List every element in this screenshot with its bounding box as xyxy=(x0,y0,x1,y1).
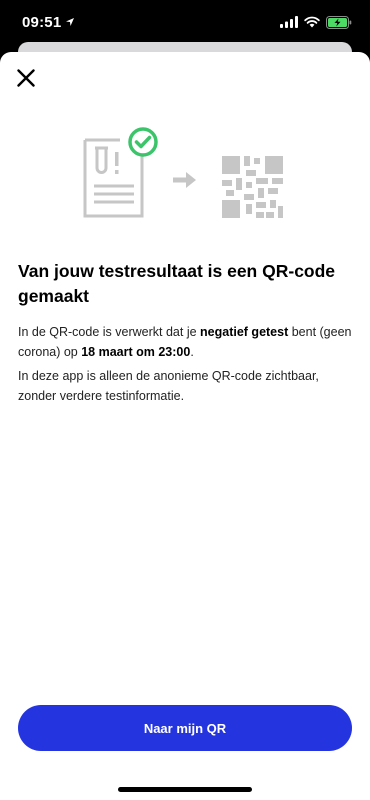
page-title: Van jouw testresultaat is een QR-code ge… xyxy=(18,261,336,306)
result-end-text: . xyxy=(190,345,194,359)
test-result-to-qr-illustration xyxy=(83,127,283,218)
check-circle-icon xyxy=(128,127,158,157)
arrow-right-icon xyxy=(173,172,196,188)
test-datetime-value: 18 maart om 23:00 xyxy=(81,345,191,359)
privacy-note: In deze app is alleen de anonieme QR-cod… xyxy=(18,369,319,403)
result-intro-text: In de QR-code is verwerkt dat je xyxy=(18,325,201,339)
close-button[interactable] xyxy=(12,64,40,92)
location-arrow-icon xyxy=(66,18,75,26)
clock-time: 09:51 xyxy=(22,13,62,31)
status-bar: 09:51 xyxy=(0,0,370,44)
go-to-qr-button[interactable]: Naar mijn QR xyxy=(18,705,352,751)
result-description: In de QR-code is verwerkt dat je negatie… xyxy=(18,322,353,362)
qr-code-icon xyxy=(222,156,283,218)
close-icon xyxy=(17,69,35,87)
cellular-signal-icon xyxy=(280,16,298,28)
home-indicator xyxy=(118,787,252,792)
modal-sheet: Van jouw testresultaat is een QR-code ge… xyxy=(0,52,370,800)
status-time: 09:51 xyxy=(22,14,75,31)
status-icons xyxy=(280,15,352,29)
test-result-value: negatief getest xyxy=(200,325,289,339)
battery-charging-icon xyxy=(326,15,352,29)
wifi-icon xyxy=(304,16,320,28)
